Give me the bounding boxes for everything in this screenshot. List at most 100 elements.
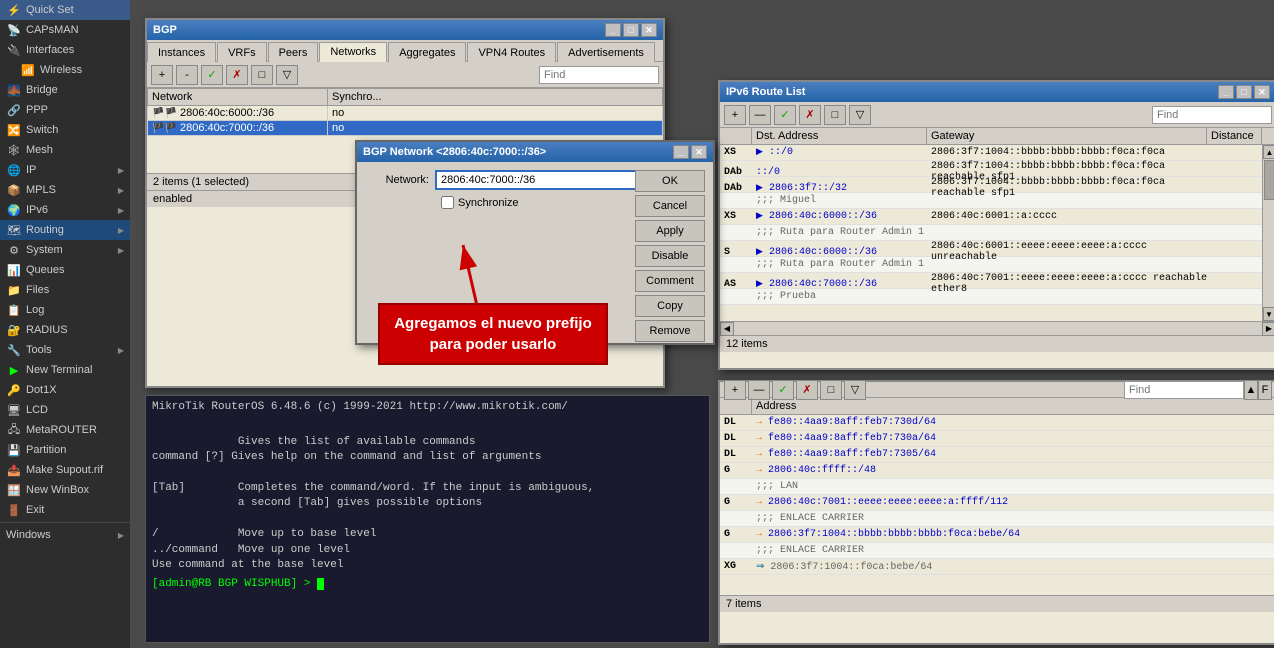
addr-row[interactable]: DL → fe80::4aa9:8aff:feb7:730a/64 (720, 431, 1274, 447)
ipv6-find-input[interactable] (1152, 106, 1272, 124)
bgp-remove-btn2[interactable]: Remove (635, 320, 705, 342)
addr-check-btn[interactable]: ✓ (772, 380, 794, 400)
addr-filter-btn[interactable]: ▽ (844, 380, 866, 400)
bgp-filter-btn[interactable]: ▽ (276, 65, 298, 85)
ipv6-minimize-btn[interactable]: _ (1218, 85, 1234, 99)
comment-row: ;;; LAN (720, 479, 1274, 495)
sidebar-item-make-supout[interactable]: 📤 Make Supout.rif (0, 460, 130, 480)
ipv6-remove-btn[interactable]: — (749, 105, 771, 125)
col-dst-address: Dst. Address (752, 128, 927, 144)
bgp-minimize-btn[interactable]: _ (605, 23, 621, 37)
bgp-remove-btn[interactable]: - (176, 65, 198, 85)
route-row[interactable]: S ▶ 2806:40c:6000::/36 2806:40c:6001::ee… (720, 241, 1274, 257)
tab-vpn4-routes[interactable]: VPN4 Routes (467, 42, 556, 62)
scroll-thumb[interactable] (1264, 160, 1274, 200)
sidebar-item-system[interactable]: ⚙ System (0, 240, 130, 260)
bgp-check-btn[interactable]: ✓ (201, 65, 223, 85)
bgp-copy-btn2[interactable]: Copy (635, 295, 705, 317)
scroll-up-arrow[interactable]: ▲ (1263, 145, 1274, 159)
ipv6-close-btn[interactable]: ✕ (1254, 85, 1270, 99)
ipv6-cross-btn[interactable]: ✗ (799, 105, 821, 125)
tab-aggregates[interactable]: Aggregates (388, 42, 466, 62)
addr-row[interactable]: XG ⇒ 2806:3f7:1004::f0ca:bebe/64 (720, 559, 1274, 575)
bgp-title: BGP (153, 24, 177, 36)
bgp-comment-btn[interactable]: Comment (635, 270, 705, 292)
tab-advertisements[interactable]: Advertisements (557, 42, 655, 62)
sidebar-item-dot1x[interactable]: 🔑 Dot1X (0, 380, 130, 400)
sidebar-item-routing[interactable]: 🗺 Routing (0, 220, 130, 240)
route-row[interactable]: AS ▶ 2806:40c:7000::/36 2806:40c:7001::e… (720, 273, 1274, 289)
sidebar-item-tools[interactable]: 🔧 Tools (0, 340, 130, 360)
sidebar-item-partition[interactable]: 💾 Partition (0, 440, 130, 460)
sidebar-item-quick-set[interactable]: ⚡ Quick Set (0, 0, 130, 20)
sidebar-item-ip[interactable]: 🌐 IP (0, 160, 130, 180)
sidebar-item-capsman[interactable]: 📡 CAPsMAN (0, 20, 130, 40)
scroll-right-arrow[interactable]: ▶ (1262, 322, 1274, 336)
sidebar-item-wireless[interactable]: 📶 Wireless (0, 60, 130, 80)
addr-row[interactable]: DL → fe80::4aa9:8aff:feb7:730d/64 (720, 415, 1274, 431)
bgp-apply-btn[interactable]: Apply (635, 220, 705, 242)
comment-row: ;;; Miguel (720, 193, 1274, 209)
route-row[interactable]: XS ▶ ::/0 2806:3f7:1004::bbbb:bbbb:bbbb:… (720, 145, 1274, 161)
bgp-cancel-btn[interactable]: Cancel (635, 195, 705, 217)
ipv6-hscrollbar[interactable]: ◀ ▶ (720, 321, 1274, 335)
addr-sort-btn[interactable]: ▲ (1244, 380, 1258, 400)
sidebar-item-bridge[interactable]: 🌉 Bridge (0, 80, 130, 100)
sidebar-item-interfaces[interactable]: 🔌 Interfaces (0, 40, 130, 60)
ipv6-check-btn[interactable]: ✓ (774, 105, 796, 125)
addr-row[interactable]: G → 2806:40c:ffff::/48 (720, 463, 1274, 479)
bgp-close-btn[interactable]: ✕ (641, 23, 657, 37)
sidebar-item-switch[interactable]: 🔀 Switch (0, 120, 130, 140)
tab-vrfs[interactable]: VRFs (217, 42, 267, 62)
tab-peers[interactable]: Peers (268, 42, 319, 62)
bgp-dialog-minimize[interactable]: _ (673, 145, 689, 159)
bgp-disable-btn[interactable]: Disable (635, 245, 705, 267)
route-row[interactable]: DAb ▶ 2806:3f7::/32 2806:3f7:1004::bbbb:… (720, 177, 1274, 193)
addr-add-btn[interactable]: + (724, 380, 746, 400)
bgp-synchronize-checkbox[interactable] (441, 196, 454, 209)
sidebar-item-log[interactable]: 📋 Log (0, 300, 130, 320)
bgp-maximize-btn[interactable]: □ (623, 23, 639, 37)
bgp-find-input[interactable] (539, 66, 659, 84)
sidebar-item-mesh[interactable]: 🕸 Mesh (0, 140, 130, 160)
sidebar-item-files[interactable]: 📁 Files (0, 280, 130, 300)
addr-cross-btn[interactable]: ✗ (796, 380, 818, 400)
addr-row[interactable]: DL → fe80::4aa9:8aff:feb7:7305/64 (720, 447, 1274, 463)
table-row-selected[interactable]: 🏴🏴 2806:40c:7000::/36 no (148, 121, 663, 136)
route-row[interactable]: XS ▶ 2806:40c:6000::/36 2806:40c:6001::a… (720, 209, 1274, 225)
sidebar-item-new-terminal[interactable]: ▶ New Terminal (0, 360, 130, 380)
scroll-left-arrow[interactable]: ◀ (720, 322, 734, 336)
ipv6-maximize-btn[interactable]: □ (1236, 85, 1252, 99)
sidebar-item-new-winbox[interactable]: 🪟 New WinBox (0, 480, 130, 500)
sidebar-item-ppp[interactable]: 🔗 PPP (0, 100, 130, 120)
bgp-ok-btn[interactable]: OK (635, 170, 705, 192)
bgp-add-btn[interactable]: + (151, 65, 173, 85)
addr-row[interactable]: G → 2806:40c:7001::eeee:eeee:eeee:a:ffff… (720, 495, 1274, 511)
sidebar-item-exit[interactable]: 🚪 Exit (0, 500, 130, 520)
ipv6-scrollbar[interactable]: ▲ ▼ (1262, 145, 1274, 321)
ipv6-filter-btn[interactable]: ▽ (849, 105, 871, 125)
bgp-copy-btn[interactable]: □ (251, 65, 273, 85)
sidebar-item-mpls[interactable]: 📦 MPLS (0, 180, 130, 200)
bgp-cross-btn[interactable]: ✗ (226, 65, 248, 85)
sidebar-item-queues[interactable]: 📊 Queues (0, 260, 130, 280)
sidebar-item-lcd[interactable]: 🖥 LCD (0, 400, 130, 420)
tab-instances[interactable]: Instances (147, 42, 216, 62)
addr-cols-btn[interactable]: F (1258, 380, 1272, 400)
route-row[interactable]: DAb ::/0 2806:3f7:1004::bbbb:bbbb:bbbb:f… (720, 161, 1274, 177)
ipv6-icon: 🌍 (6, 203, 22, 217)
addr-find-input[interactable] (1124, 381, 1244, 399)
sidebar-item-radius[interactable]: 🔐 RADIUS (0, 320, 130, 340)
table-row[interactable]: 🏴🏴 2806:40c:6000::/36 no (148, 106, 663, 121)
ipv6-copy-btn[interactable]: □ (824, 105, 846, 125)
addr-row[interactable]: G → 2806:3f7:1004::bbbb:bbbb:bbbb:f0ca:b… (720, 527, 1274, 543)
sidebar-item-windows[interactable]: Windows (0, 525, 130, 545)
bgp-dialog-close[interactable]: ✕ (691, 145, 707, 159)
sidebar-item-ipv6[interactable]: 🌍 IPv6 (0, 200, 130, 220)
ipv6-add-btn[interactable]: + (724, 105, 746, 125)
sidebar-item-metarouter[interactable]: 🖧 MetaROUTER (0, 420, 130, 440)
addr-remove-btn[interactable]: — (748, 380, 770, 400)
tab-networks[interactable]: Networks (319, 42, 387, 62)
scroll-down-arrow[interactable]: ▼ (1263, 307, 1274, 321)
addr-copy-btn[interactable]: □ (820, 380, 842, 400)
